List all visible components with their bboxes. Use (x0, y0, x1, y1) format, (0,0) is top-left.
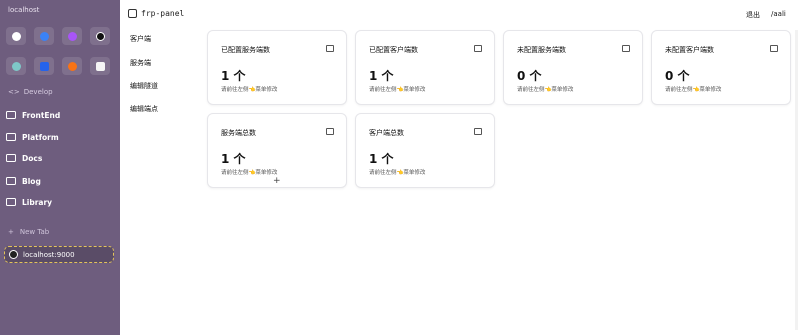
card-title: 已配置客户端数 (369, 46, 418, 54)
card-value: 1 个 (221, 152, 246, 166)
folder-label: Docs (22, 153, 43, 163)
card-value: 1 个 (369, 152, 394, 166)
app-title: frp-panel (141, 9, 185, 18)
bluesky-icon[interactable] (34, 27, 54, 45)
card-hint: 请前往左侧👈菜单修改 (369, 170, 426, 176)
card-hint: 请前往左侧👈菜单修改 (369, 87, 426, 93)
thumbs-up-icon (474, 45, 482, 52)
active-tab-label: localhost:9000 (23, 250, 75, 259)
folder-icon (6, 154, 16, 162)
develop-label: Develop (23, 88, 53, 96)
folder-label: Library (22, 197, 53, 207)
crosshair-cursor-icon: + (273, 176, 281, 186)
folder-frontend[interactable]: FrontEnd (6, 107, 60, 123)
folder-label: Platform (22, 132, 59, 142)
card-title: 未配置服务端数 (517, 46, 566, 54)
card-value: 1 个 (221, 69, 246, 83)
app-header: frp-panel 退出 /aali (120, 0, 800, 30)
stat-card-unconfigured-clients: 未配置客户端数 0 个 请前往左侧👈菜单修改 (651, 30, 791, 105)
plus-icon: + (8, 228, 14, 236)
folder-blog[interactable]: Blog (6, 173, 41, 189)
triangle-icon[interactable] (90, 27, 110, 45)
scrollbar[interactable] (795, 30, 798, 330)
folder-platform[interactable]: Platform (6, 129, 59, 145)
figma-icon[interactable] (62, 57, 82, 75)
nav-item-clients[interactable]: 客户端 (130, 34, 151, 44)
server-icon (326, 45, 334, 52)
stat-card-configured-clients: 已配置客户端数 1 个 请前往左侧👈菜单修改 (355, 30, 495, 105)
card-title: 已配置服务端数 (221, 46, 270, 54)
folder-docs[interactable]: Docs (6, 150, 42, 166)
stat-card-configured-servers: 已配置服务端数 1 个 请前往左侧👈菜单修改 (207, 30, 347, 105)
user-menu[interactable]: /aali (771, 10, 786, 18)
zoom-icon[interactable] (34, 57, 54, 75)
card-title: 客户端总数 (369, 129, 404, 137)
client-total-icon (474, 128, 482, 135)
card-title: 服务端总数 (221, 129, 256, 137)
folder-library[interactable]: Library (6, 194, 52, 210)
server-total-icon (326, 128, 334, 135)
nav-item-servers[interactable]: 服务端 (130, 58, 151, 68)
folder-icon (6, 111, 16, 119)
address-bar[interactable]: localhost (8, 6, 39, 14)
new-tab-label: New Tab (19, 228, 50, 236)
nav-item-edit-tunnel[interactable]: 编辑隧道 (130, 81, 158, 91)
logout-button[interactable]: 退出 (746, 10, 760, 20)
notion-icon[interactable] (90, 57, 110, 75)
card-hint: 请前往左侧👈菜单修改 (517, 87, 574, 93)
folder-icon (6, 177, 16, 185)
thumbs-off-icon (770, 45, 778, 52)
develop-section[interactable]: <> Develop (8, 88, 53, 96)
stat-card-unconfigured-servers: 未配置服务端数 0 个 请前往左侧👈菜单修改 (503, 30, 643, 105)
active-tab[interactable]: localhost:9000 (4, 246, 114, 263)
card-hint: 请前往左侧👈菜单修改 (665, 87, 722, 93)
nav-item-edit-endpoint[interactable]: 编辑端点 (130, 104, 158, 114)
app-logo-icon (128, 9, 137, 18)
browser-sidebar: localhost <> Develop FrontEnd Platform D… (0, 0, 120, 335)
card-value: 0 个 (665, 69, 690, 83)
folder-label: Blog (22, 176, 41, 186)
folder-icon (6, 198, 16, 206)
tab-favicon-icon (9, 250, 18, 259)
code-icon: <> (8, 88, 20, 96)
card-hint: 请前往左侧👈菜单修改 (221, 87, 278, 93)
card-value: 1 个 (369, 69, 394, 83)
card-title: 未配置客户端数 (665, 46, 714, 54)
stat-card-total-clients: 客户端总数 1 个 请前往左侧👈菜单修改 (355, 113, 495, 188)
app-icon[interactable] (6, 57, 26, 75)
card-value: 0 个 (517, 69, 542, 83)
new-tab-button[interactable]: + New Tab (8, 228, 49, 236)
server-off-icon (622, 45, 630, 52)
folder-label: FrontEnd (22, 110, 61, 120)
chat-icon[interactable] (62, 27, 82, 45)
card-hint: 请前往左侧👈菜单修改 (221, 170, 278, 176)
folder-icon (6, 133, 16, 141)
github-icon[interactable] (6, 27, 26, 45)
